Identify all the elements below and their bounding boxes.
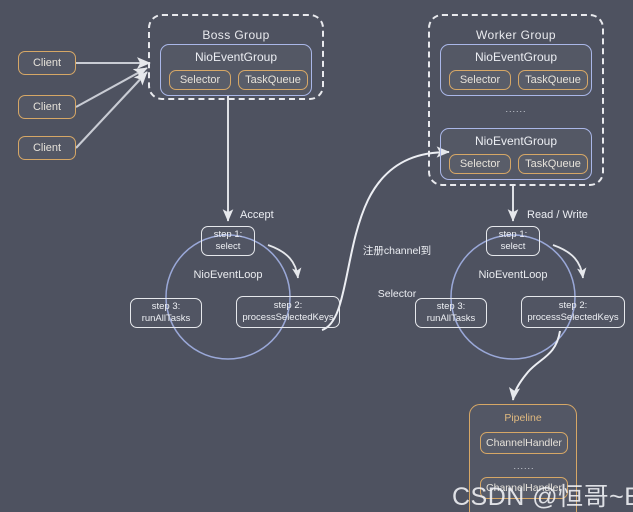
worker-group-title: Worker Group xyxy=(476,28,556,42)
worker-step-3[interactable]: step 3: runAllTasks xyxy=(415,298,487,328)
step-line-1: step 2: xyxy=(273,300,303,312)
taskqueue-label: TaskQueue xyxy=(245,74,301,86)
step-line-1: step 2: xyxy=(558,300,588,312)
boss-selector-box[interactable]: Selector xyxy=(169,70,231,90)
worker-event-group-2[interactable]: NioEventGroup Selector TaskQueue xyxy=(440,128,592,180)
watermark-text: CSDN @恒哥~Bingo xyxy=(452,483,633,511)
connector-client3-to-boss xyxy=(75,71,148,149)
step-line-1: step 3: xyxy=(151,301,181,313)
client-label: Client xyxy=(32,142,62,154)
worker-step-1[interactable]: step 1: select xyxy=(486,226,540,256)
taskqueue-label: TaskQueue xyxy=(525,158,581,170)
connector-worker-to-pipeline xyxy=(508,330,561,401)
boss-loop-name: NioEventLoop xyxy=(193,269,263,281)
step-line-1: step 1: xyxy=(498,229,528,241)
client-box-2[interactable]: Client xyxy=(18,95,76,119)
client-label: Client xyxy=(32,57,62,69)
selector-label: Selector xyxy=(459,74,501,86)
channelhandler-label: ChannelHandler xyxy=(486,437,562,449)
worker-event-group-title: NioEventGroup xyxy=(474,50,558,64)
client-box-3[interactable]: Client xyxy=(18,136,76,160)
boss-step-2[interactable]: step 2: processSelectedKeys xyxy=(236,296,340,328)
client-label: Client xyxy=(32,101,62,113)
worker-group-ellipsis: ...... xyxy=(505,104,527,114)
step-line-1: step 3: xyxy=(436,301,466,313)
worker-event-group-1[interactable]: NioEventGroup Selector TaskQueue xyxy=(440,44,592,96)
step-line-2: runAllTasks xyxy=(141,313,191,324)
step-line-1: step 1: xyxy=(213,229,243,241)
step-line-2: processSelectedKeys xyxy=(242,312,334,323)
worker-loop-name: NioEventLoop xyxy=(478,269,548,281)
worker-step-2[interactable]: step 2: processSelectedKeys xyxy=(521,296,625,328)
step-line-2: runAllTasks xyxy=(426,313,476,324)
step-line-2: select xyxy=(500,241,526,252)
worker-taskqueue-box-2[interactable]: TaskQueue xyxy=(518,154,588,174)
worker-event-group-title: NioEventGroup xyxy=(474,134,558,148)
step-line-2: processSelectedKeys xyxy=(527,312,619,323)
boss-taskqueue-box[interactable]: TaskQueue xyxy=(238,70,308,90)
worker-selector-box-1[interactable]: Selector xyxy=(449,70,511,90)
client-box-1[interactable]: Client xyxy=(18,51,76,75)
step-line-2: select xyxy=(215,241,241,252)
read-write-label: Read / Write xyxy=(527,209,588,221)
boss-event-group-1[interactable]: NioEventGroup Selector TaskQueue xyxy=(160,44,312,96)
selector-label: Selector xyxy=(179,74,221,86)
connector-client2-to-boss xyxy=(75,67,148,108)
taskqueue-label: TaskQueue xyxy=(525,74,581,86)
diagram-canvas: Client Client Client Boss Group NioEvent… xyxy=(0,0,633,512)
pipeline-channelhandler-1[interactable]: ChannelHandler xyxy=(480,432,568,454)
pipeline-title: Pipeline xyxy=(504,412,542,424)
selector-label: Selector xyxy=(459,158,501,170)
boss-step-1[interactable]: step 1: select xyxy=(201,226,255,256)
boss-group-title: Boss Group xyxy=(202,28,270,42)
boss-step-3[interactable]: step 3: runAllTasks xyxy=(130,298,202,328)
worker-selector-box-2[interactable]: Selector xyxy=(449,154,511,174)
register-channel-line-1: 注册channel到 xyxy=(362,245,432,258)
pipeline-ellipsis: ...... xyxy=(513,461,535,471)
boss-event-group-title: NioEventGroup xyxy=(194,50,278,64)
accept-label: Accept xyxy=(240,209,274,221)
worker-taskqueue-box-1[interactable]: TaskQueue xyxy=(518,70,588,90)
